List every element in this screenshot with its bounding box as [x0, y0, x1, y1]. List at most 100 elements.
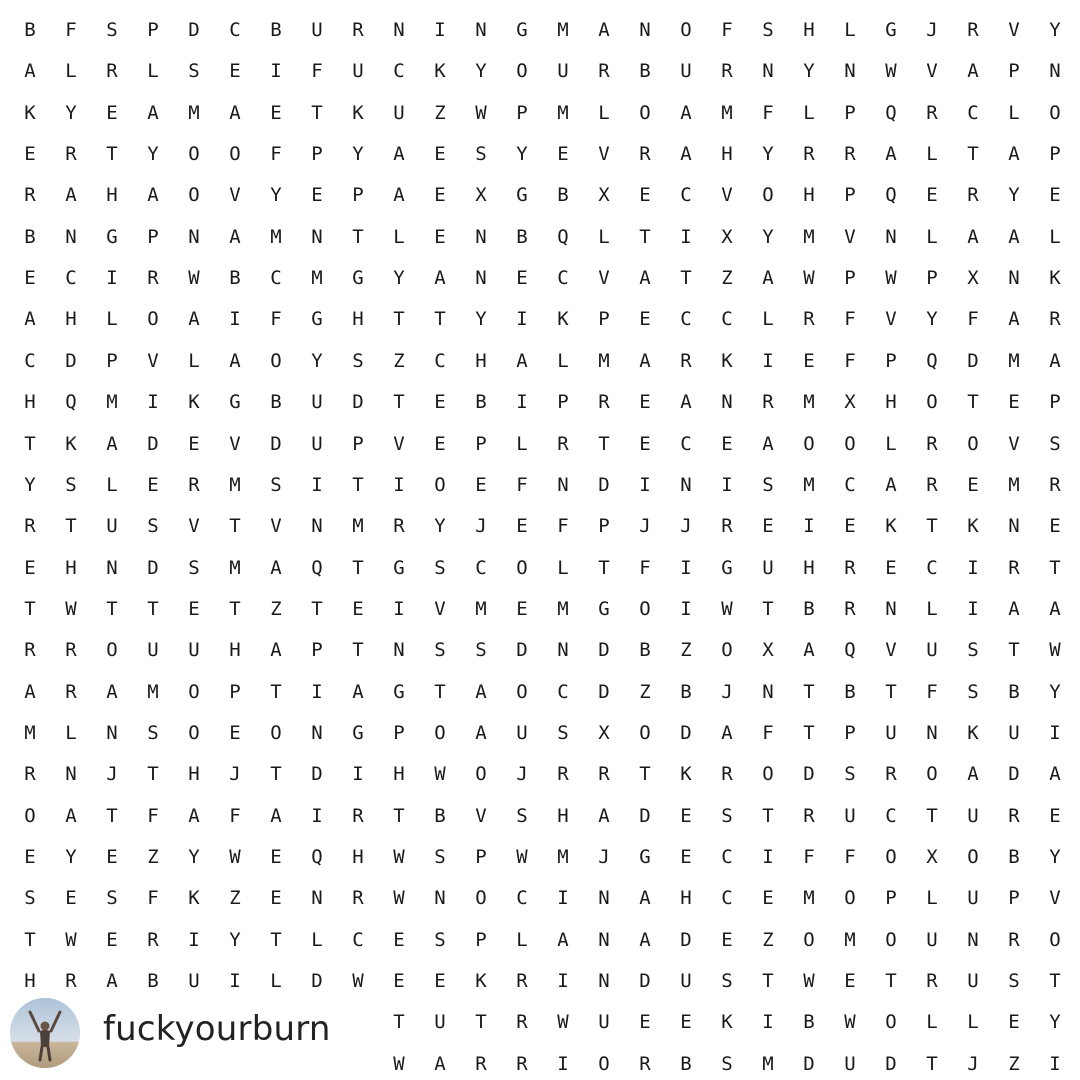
grid-letter: F	[229, 804, 241, 827]
grid-letter: M	[721, 101, 733, 124]
grid-letter: N	[65, 225, 77, 248]
grid-letter: V	[1008, 19, 1020, 41]
grid-letter: R	[598, 60, 610, 83]
grid-letter: R	[65, 970, 77, 993]
grid-letter: O	[680, 19, 692, 41]
grid-letter: D	[967, 349, 979, 372]
grid-letter: U	[311, 391, 323, 414]
grid-letter: H	[680, 887, 692, 910]
grid-letter: P	[1008, 887, 1020, 910]
grid-letter: T	[967, 143, 979, 166]
grid-letter: P	[352, 184, 364, 207]
grid-letter: O	[639, 101, 651, 124]
grid-letter: I	[721, 473, 733, 496]
grid-letter: W	[803, 267, 815, 290]
username[interactable]: fuckyourburn	[103, 1009, 331, 1049]
grid-letter: M	[762, 1052, 774, 1075]
grid-letter: D	[803, 1052, 815, 1075]
grid-letter: D	[598, 639, 610, 662]
grid-letter: V	[270, 515, 282, 538]
grid-letter: R	[352, 19, 364, 41]
grid-letter: B	[434, 804, 446, 827]
grid-letter: X	[967, 267, 979, 290]
grid-letter: C	[475, 556, 487, 579]
grid-letter: N	[311, 515, 323, 538]
grid-letter: F	[147, 804, 159, 827]
grid-letter: P	[557, 391, 569, 414]
grid-letter: N	[762, 680, 774, 703]
grid-letter: F	[270, 143, 282, 166]
grid-letter: T	[229, 515, 241, 538]
grid-letter: W	[65, 928, 77, 951]
grid-letter: B	[803, 1011, 815, 1034]
grid-letter: Q	[844, 639, 856, 662]
grid-letter: H	[352, 846, 364, 868]
grid-letter: H	[24, 970, 36, 993]
grid-letter: O	[926, 391, 938, 414]
grid-letter: K	[188, 391, 200, 414]
grid-letter: J	[926, 19, 938, 41]
grid-letter: I	[516, 308, 528, 331]
grid-letter: R	[475, 1052, 487, 1075]
grid-letter: L	[106, 473, 118, 496]
grid-letter: Z	[393, 349, 405, 372]
grid-letter: D	[270, 432, 282, 455]
grid-letter: V	[188, 515, 200, 538]
grid-letter: S	[434, 556, 446, 579]
grid-letter: T	[393, 804, 405, 827]
avatar[interactable]	[10, 998, 80, 1068]
grid-letter: I	[967, 556, 979, 579]
grid-letter: U	[926, 639, 938, 662]
grid-letter: E	[229, 60, 241, 83]
grid-letter: W	[65, 597, 77, 620]
grid-letter: R	[65, 639, 77, 662]
grid-letter: T	[475, 1011, 487, 1034]
grid-letter: T	[639, 225, 651, 248]
grid-letter: S	[106, 19, 118, 41]
grid-letter: J	[598, 846, 610, 868]
grid-letter: U	[352, 60, 364, 83]
grid-letter: L	[967, 1011, 979, 1034]
grid-letter: I	[762, 349, 774, 372]
grid-letter: I	[557, 970, 569, 993]
grid-letter: P	[885, 887, 897, 910]
grid-letter: R	[1049, 473, 1061, 496]
grid-letter: H	[65, 556, 77, 579]
grid-letter: N	[598, 970, 610, 993]
grid-letter: H	[65, 308, 77, 331]
grid-letter: E	[147, 473, 159, 496]
grid-letter: D	[147, 556, 159, 579]
grid-letter: A	[967, 225, 979, 248]
grid-letter: M	[557, 846, 569, 868]
grid-letter: D	[147, 432, 159, 455]
grid-letter: I	[803, 515, 815, 538]
grid-letter: A	[680, 391, 692, 414]
grid-letter: Z	[434, 101, 446, 124]
grid-letter: O	[639, 597, 651, 620]
grid-letter: T	[65, 515, 77, 538]
grid-letter: S	[147, 721, 159, 744]
grid-letter: K	[24, 101, 36, 124]
grid-letter: T	[24, 432, 36, 455]
grid-letter: T	[926, 804, 938, 827]
grid-letter: F	[926, 680, 938, 703]
grid-letter: G	[311, 308, 323, 331]
grid-letter: K	[352, 101, 364, 124]
grid-letter: C	[680, 432, 692, 455]
grid-letter: R	[721, 515, 733, 538]
grid-letter: V	[721, 184, 733, 207]
grid-letter: R	[24, 639, 36, 662]
grid-letter: A	[229, 349, 241, 372]
grid-letter: R	[885, 763, 897, 786]
grid-letter: U	[885, 721, 897, 744]
grid-letter: R	[557, 432, 569, 455]
grid-letter: W	[885, 267, 897, 290]
grid-letter: U	[147, 639, 159, 662]
grid-letter: B	[270, 391, 282, 414]
grid-letter: E	[270, 887, 282, 910]
grid-letter: O	[1049, 101, 1061, 124]
grid-letter: L	[393, 225, 405, 248]
grid-letter: X	[598, 184, 610, 207]
grid-letter: O	[721, 639, 733, 662]
grid-letter: V	[475, 804, 487, 827]
